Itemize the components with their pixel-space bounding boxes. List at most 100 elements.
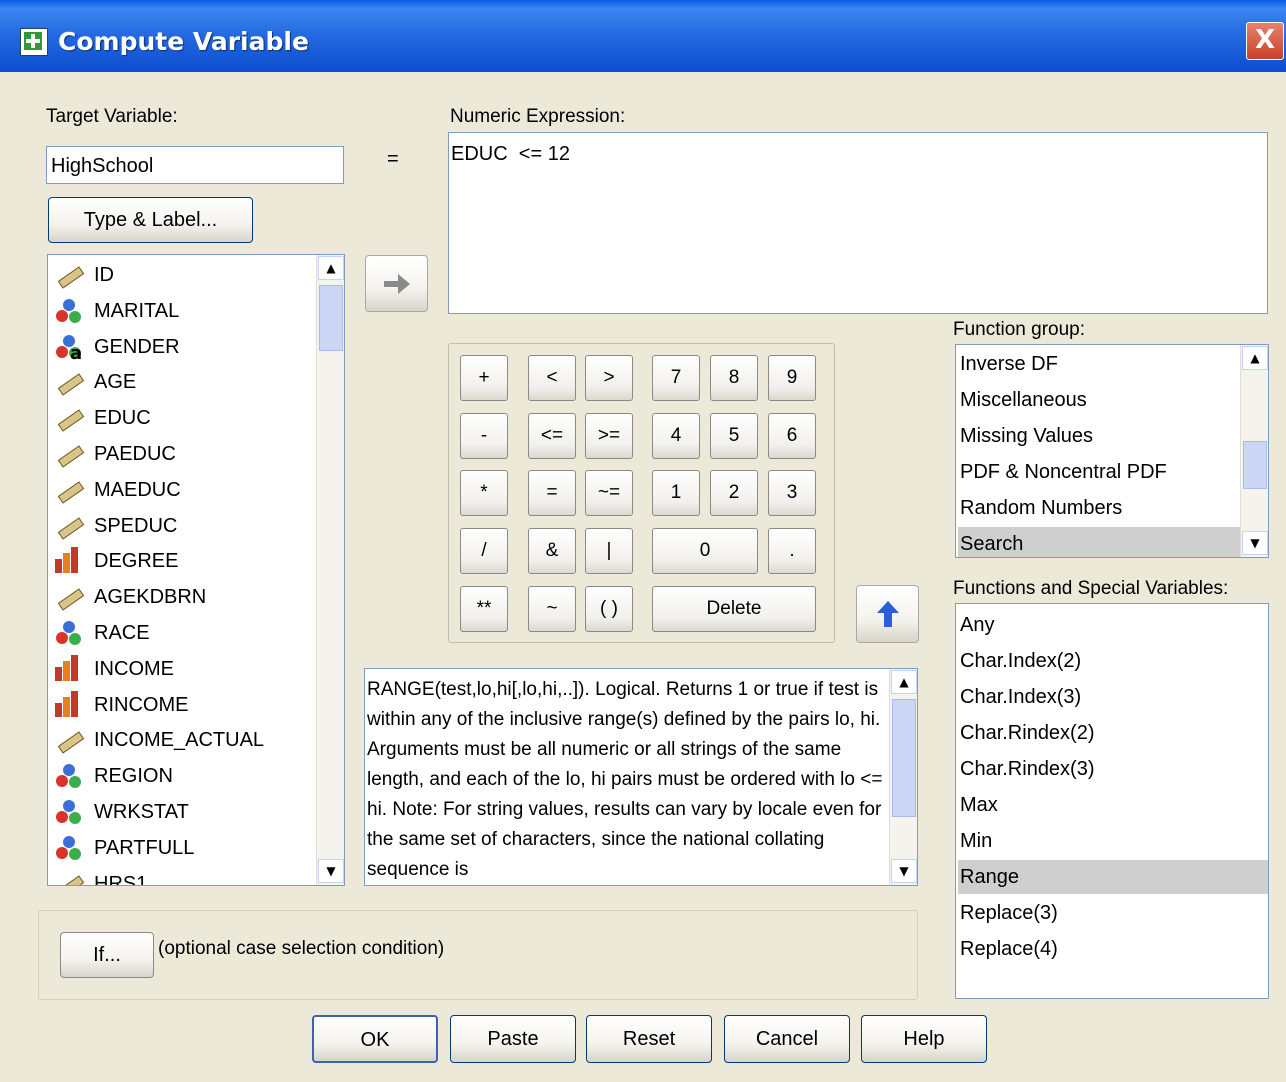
variable-name: DEGREE [94,550,179,573]
function-group-item[interactable]: PDF & Noncentral PDF [958,455,1240,489]
scroll-thumb[interactable] [1243,441,1267,489]
nominal-string-icon: a [54,333,84,364]
function-item[interactable]: Replace(4) [958,932,1268,966]
up-arrow-icon [877,601,899,627]
key-button[interactable]: 8 [710,355,758,401]
scroll-down-arrow-icon[interactable]: ▼ [318,859,344,883]
paste-button[interactable]: Paste [450,1015,576,1063]
equals-sign: = [387,148,399,170]
function-group-item[interactable]: Miscellaneous [958,383,1240,417]
key-button[interactable]: <= [528,413,576,459]
functions-list[interactable]: Any Char.Index(2) Char.Index(3) Char.Rindex… [955,603,1269,999]
key-button[interactable]: >= [585,413,633,459]
help-button[interactable]: Help [861,1015,987,1063]
variable-name: WRKSTAT [94,801,189,823]
variable-name: HRS1 [94,872,148,886]
function-item[interactable]: Char.Index(3) [958,680,1268,714]
scale-ruler-icon [54,512,85,540]
key-button[interactable]: 0 [652,528,758,574]
key-button[interactable]: 2 [710,470,758,516]
key-button[interactable]: & [528,528,576,574]
variable-name: ID [94,264,114,286]
functions-label: Functions and Special Variables: [953,578,1229,599]
key-button[interactable]: + [460,355,508,401]
variable-name: MARITAL [94,299,180,322]
type-label-button[interactable]: Type & Label... [48,197,253,243]
key-button[interactable]: 4 [652,413,700,459]
cancel-button[interactable]: Cancel [724,1015,850,1063]
if-button[interactable]: If... [60,932,154,978]
variable-name: EDUC [94,407,151,430]
move-variable-button[interactable] [365,255,428,312]
function-item[interactable]: Replace(3) [958,896,1268,930]
key-button[interactable]: 9 [768,355,816,401]
key-button[interactable]: 5 [710,413,758,459]
compute-variable-icon [20,28,48,56]
variable-list-scrollbar[interactable]: ▲ ▼ [316,255,344,885]
variable-name: AGEKDBRN [94,586,207,609]
window-title: Compute Variable [58,27,309,56]
scale-ruler-icon [54,261,85,289]
target-variable-input[interactable]: HighSchool [46,146,344,184]
function-item[interactable]: Max [958,788,1268,822]
key-button[interactable]: 7 [652,355,700,401]
key-delete-button[interactable]: Delete [652,586,816,632]
nominal-balls-icon [54,619,84,647]
key-button[interactable]: ** [460,586,508,632]
move-function-up-button[interactable] [856,585,919,643]
function-group-scrollbar[interactable]: ▲ ▼ [1240,345,1268,557]
key-button[interactable]: / [460,528,508,574]
ok-button[interactable]: OK [312,1015,438,1063]
function-item[interactable]: Char.Rindex(3) [958,752,1268,786]
scroll-up-arrow-icon[interactable]: ▲ [318,256,344,280]
key-button[interactable]: ( ) [585,586,633,632]
key-button[interactable]: = [528,470,576,516]
close-button[interactable]: X [1246,22,1284,60]
function-item[interactable]: Any [958,608,1268,642]
nominal-balls-icon [54,762,84,790]
key-button[interactable]: < [528,355,576,401]
function-item[interactable]: Min [958,824,1268,858]
key-button[interactable]: * [460,470,508,516]
variable-list[interactable]: ID MARITAL a GENDER AGE EDUC PAEDUC MAEDUC SPEDU… [47,254,345,886]
numeric-expression-input[interactable]: EDUC <= 12 [448,132,1268,314]
key-button[interactable]: 3 [768,470,816,516]
scroll-up-arrow-icon[interactable]: ▲ [1242,346,1268,370]
function-group-item[interactable]: Inverse DF [958,347,1240,381]
key-button[interactable]: 6 [768,413,816,459]
scale-ruler-icon [54,726,85,755]
function-group-list[interactable]: Inverse DF Miscellaneous Missing Values PDF… [955,344,1269,558]
numeric-expression-label: Numeric Expression: [450,106,626,127]
description-scrollbar[interactable]: ▲ ▼ [889,669,917,885]
variable-name: SPEDUC [94,514,178,537]
scroll-down-arrow-icon[interactable]: ▼ [1242,531,1268,555]
variable-name: PAEDUC [94,443,176,465]
variable-name: AGE [94,371,137,394]
function-group-item[interactable]: Search [958,527,1240,557]
scroll-up-arrow-icon[interactable]: ▲ [891,670,917,694]
key-button[interactable]: - [460,413,508,459]
function-item[interactable]: Range [958,860,1268,894]
key-button[interactable]: | [585,528,633,574]
scale-ruler-icon [54,870,85,885]
scroll-thumb[interactable] [892,699,916,817]
key-button[interactable]: 1 [652,470,700,516]
function-group-item[interactable]: Random Numbers [958,491,1240,525]
function-item[interactable]: Char.Index(2) [958,644,1268,678]
reset-button[interactable]: Reset [586,1015,712,1063]
nominal-balls-icon [54,297,84,325]
title-bar[interactable]: Compute Variable X [0,0,1286,72]
ordinal-bars-icon [54,547,84,575]
key-button[interactable]: ~= [585,470,633,516]
scroll-down-arrow-icon[interactable]: ▼ [891,859,917,883]
function-item[interactable]: Char.Rindex(2) [958,716,1268,750]
key-button[interactable]: . [768,528,816,574]
function-description-text: RANGE(test,lo,hi[,lo,hi,..]). Logical. R… [367,679,883,880]
variable-name: INCOME [94,657,174,680]
scroll-thumb[interactable] [319,285,343,351]
function-group-item[interactable]: Missing Values [958,419,1240,453]
key-button[interactable]: > [585,355,633,401]
key-button[interactable]: ~ [528,586,576,632]
scale-ruler-icon [54,583,85,611]
variable-name: MAEDUC [94,478,181,501]
